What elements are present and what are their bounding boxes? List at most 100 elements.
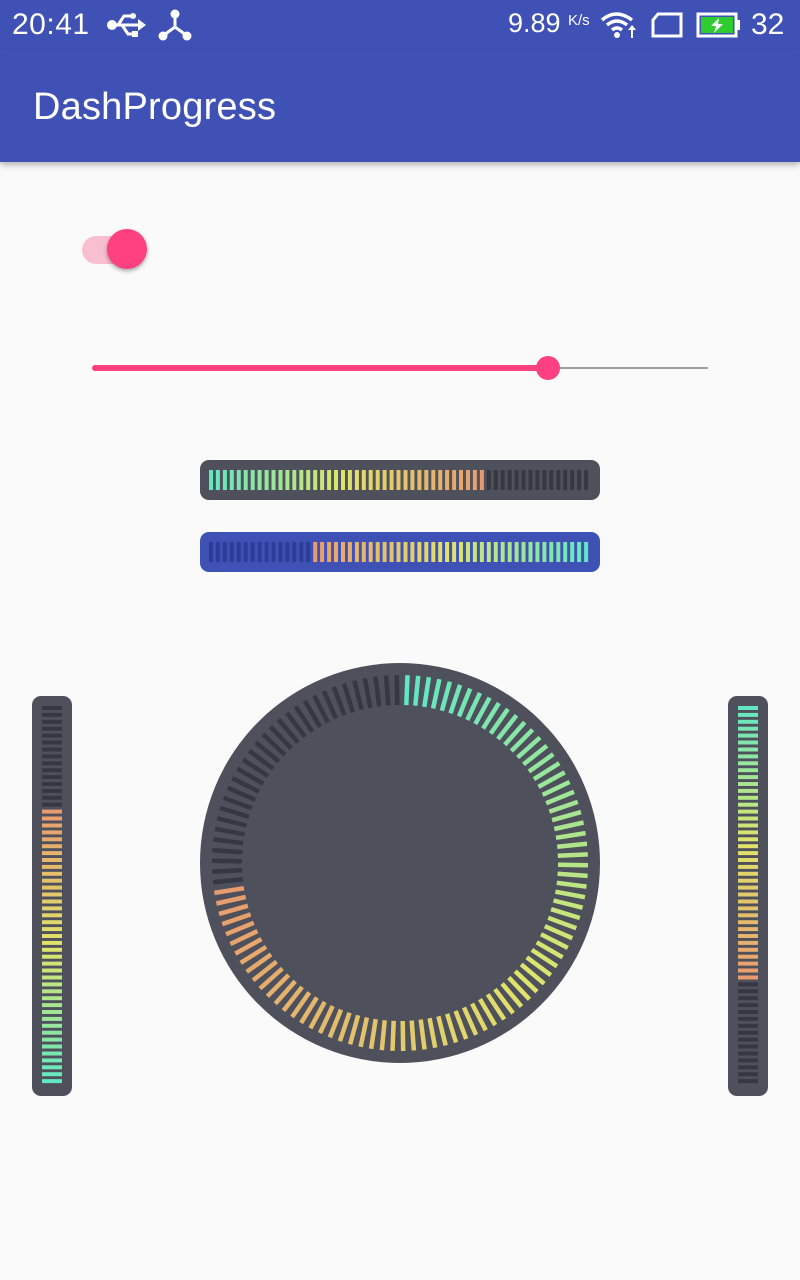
wifi-icon (600, 10, 636, 45)
dash-segment (535, 470, 540, 490)
dash-segment (285, 470, 290, 490)
dash-segment (229, 542, 234, 562)
dash-segment (383, 675, 391, 706)
dash-segment (229, 470, 234, 490)
dash-segment (42, 844, 62, 849)
dash-segment (577, 470, 582, 490)
dash-segment (42, 761, 62, 766)
app-title: DashProgress (33, 86, 277, 128)
dash-segment (556, 841, 588, 850)
dash-segment (410, 470, 415, 490)
dash-segment (738, 1003, 758, 1008)
dash-segment (486, 470, 491, 490)
dash-segment (42, 1044, 62, 1049)
dash-segment (738, 996, 758, 1001)
dash-segment (375, 542, 380, 562)
dash-segment (236, 542, 241, 562)
dash-segment (514, 542, 519, 562)
dash-segment (292, 470, 297, 490)
dash-segment (42, 899, 62, 904)
dash-segment (299, 542, 304, 562)
dash-segment (738, 1010, 758, 1014)
dash-segment (452, 470, 457, 490)
dash-segment (243, 470, 248, 490)
dash-segment (507, 470, 512, 490)
dash-segment (738, 809, 758, 814)
dash-segment (42, 864, 62, 869)
dash-segment (570, 542, 575, 562)
dash-segment (557, 852, 588, 859)
dash-segment (42, 706, 62, 710)
dash-segment (738, 726, 758, 731)
dash-segment (264, 470, 269, 490)
dash-segment (382, 542, 387, 562)
dash-segment (542, 542, 547, 562)
dash-segment (738, 982, 758, 987)
dash-segment (584, 542, 589, 562)
dash-segment (738, 1044, 758, 1049)
dash-segment (738, 1016, 758, 1021)
dash-segment (320, 470, 325, 490)
dash-segment (738, 906, 758, 911)
dash-segment (271, 542, 276, 562)
dash-segment (738, 747, 758, 752)
dash-segment (738, 920, 758, 925)
dash-segment (42, 913, 62, 918)
dash-segment (341, 542, 345, 562)
dash-segment (212, 867, 243, 874)
share-icon (158, 9, 192, 46)
dash-segment (42, 837, 62, 842)
dash-segment (486, 542, 491, 562)
dash-segment (738, 989, 758, 994)
dash-segment (285, 542, 290, 562)
dash-segment (738, 1030, 758, 1035)
dash-segment (738, 975, 758, 980)
dash-segment (738, 1058, 758, 1063)
dash-segment (42, 830, 62, 835)
dash-segment (306, 470, 311, 490)
dash-segment (42, 1003, 62, 1008)
dash-segment (738, 782, 758, 786)
dash-segment (563, 470, 568, 490)
dash-segment (556, 470, 561, 490)
dash-segment (271, 470, 276, 490)
dash-segment (42, 712, 62, 717)
progress-seekbar[interactable] (92, 350, 708, 386)
dash-segment (320, 542, 325, 562)
dash-segment (42, 954, 62, 959)
dash-segment (42, 982, 62, 987)
dash-segment (42, 733, 62, 738)
dash-segment (417, 470, 422, 490)
dash-segment (738, 844, 758, 849)
dash-segment (738, 885, 758, 890)
dash-segment (42, 802, 62, 807)
dash-segment (403, 470, 408, 490)
toggle-switch[interactable] (82, 228, 152, 272)
dash-segment (738, 719, 758, 724)
dash-segment (738, 1079, 758, 1084)
dash-segment (452, 542, 457, 562)
dash-segment (42, 975, 62, 980)
seekbar-thumb[interactable] (535, 356, 560, 380)
dash-segment (354, 542, 359, 562)
dash-segment (42, 1065, 62, 1070)
dash-segment (738, 768, 758, 773)
switch-thumb[interactable] (107, 229, 147, 269)
battery-level: 32 (751, 8, 785, 41)
dash-segment (584, 470, 589, 490)
circular-dash-progress (200, 663, 600, 1063)
sim-card-icon (650, 12, 684, 43)
dash-segment (404, 675, 410, 706)
dash-segment (42, 788, 62, 793)
dash-segment (394, 674, 400, 706)
dash-segment (389, 470, 394, 490)
dash-segment (738, 1051, 758, 1056)
circle-background (200, 663, 600, 1063)
dash-segment (42, 726, 62, 731)
dash-segment (42, 1058, 62, 1063)
dash-segment (445, 542, 450, 562)
dash-segment (396, 542, 401, 562)
dash-segment (738, 775, 758, 780)
dash-segment (400, 1020, 406, 1052)
dash-segment (42, 920, 62, 925)
